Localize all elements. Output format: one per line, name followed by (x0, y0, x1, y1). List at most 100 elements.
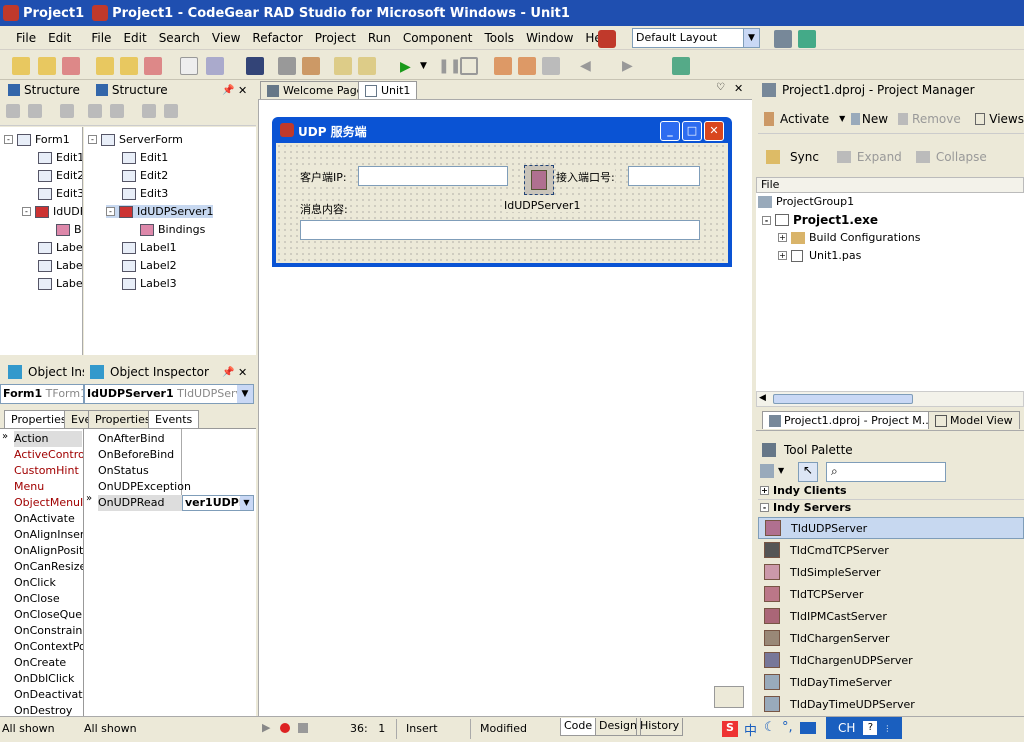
event-row[interactable]: OnConstraine (14, 623, 83, 639)
event-row[interactable]: OnClose (14, 591, 60, 607)
palette-item[interactable]: TIdChargenServer (758, 627, 1024, 649)
stop-icon[interactable] (460, 57, 478, 75)
help-icon[interactable]: ? (863, 721, 878, 735)
punctuation-icon[interactable]: °, (782, 720, 793, 735)
palette-item[interactable]: TIdIPMCastServer (758, 605, 1024, 627)
event-row[interactable]: OnAlignPositio (14, 543, 83, 559)
close-file-icon[interactable] (62, 57, 80, 75)
tab-welcome-page[interactable]: Welcome Page (260, 81, 371, 99)
pin-icon[interactable]: 📌 (222, 367, 234, 378)
views-button[interactable]: Views (989, 112, 1024, 126)
pointer-icon[interactable]: ↖ (798, 462, 818, 482)
category-indy-servers[interactable]: - Indy Servers (758, 499, 1024, 515)
tree-item[interactable]: Label (38, 259, 82, 272)
palette-item[interactable]: TIdTCPServer (758, 583, 1024, 605)
menu-refactor[interactable]: Refactor (246, 31, 308, 45)
tree-item[interactable]: Label2 (122, 259, 177, 272)
step-over-icon[interactable] (518, 57, 536, 75)
help-contents-icon[interactable] (672, 57, 690, 75)
collapse-button[interactable]: Collapse (936, 150, 987, 164)
forward-icon[interactable]: ▶ (622, 58, 633, 74)
back-icon[interactable]: ◀ (580, 58, 591, 74)
close-icon[interactable]: ✕ (238, 366, 247, 379)
tree-item[interactable]: Edit3 (38, 187, 82, 200)
close-icon[interactable]: ✕ (238, 84, 247, 97)
udp-server-component-icon[interactable] (524, 165, 554, 195)
helmet-icon[interactable] (598, 30, 616, 48)
minimize-icon[interactable]: _ (660, 121, 680, 141)
chevron-down-icon[interactable]: ▼ (839, 114, 845, 123)
event-row[interactable]: OnDblClick (14, 671, 74, 687)
tab-design[interactable]: Design (595, 718, 641, 736)
file-column-header[interactable]: File (756, 177, 1024, 193)
menu-project[interactable]: Project (309, 31, 362, 45)
event-row[interactable]: OnActivate (14, 511, 75, 527)
menu-run[interactable]: Run (362, 31, 397, 45)
moon-icon[interactable]: ☾ (764, 720, 776, 735)
expand-button[interactable]: Expand (857, 150, 902, 164)
tree-item-unit1[interactable]: + Unit1.pas (778, 249, 861, 262)
component-tray-icon[interactable] (714, 686, 744, 708)
options-icon[interactable]: ⋮ (883, 724, 891, 733)
tree-item[interactable]: Bindings (140, 223, 205, 236)
tree-item-serverform[interactable]: - ServerForm (88, 133, 183, 146)
play-icon[interactable]: ▶ (262, 721, 270, 734)
trace-into-icon[interactable] (494, 57, 512, 75)
event-row[interactable]: ActiveControl (14, 447, 83, 463)
object-selector[interactable]: IdUDPServer1 TIdUDPServe ▼ (84, 384, 254, 404)
edit-port[interactable] (628, 166, 700, 186)
scrollbar-thumb[interactable] (773, 394, 913, 404)
menu-view[interactable]: View (206, 31, 246, 45)
event-row[interactable]: ObjectMenuIt (14, 495, 83, 511)
palette-search-input[interactable]: ⌕ (826, 462, 946, 482)
up-arrow-icon[interactable] (142, 104, 156, 118)
structure-tool-icon[interactable] (6, 104, 20, 118)
categories-icon[interactable] (760, 464, 774, 478)
chevron-down-icon[interactable]: ▼ (778, 466, 784, 475)
sync-button[interactable]: Sync (790, 150, 819, 164)
tree-item[interactable]: Edit2 (38, 169, 82, 182)
new-unit-icon[interactable] (180, 57, 198, 75)
category-indy-clients[interactable]: + Indy Clients (758, 482, 1024, 498)
tree-item[interactable]: - Form1 (4, 133, 70, 146)
menu-search[interactable]: Search (153, 31, 206, 45)
menu-edit-left[interactable]: Edit (42, 31, 77, 45)
tree-item[interactable]: Edit1 (38, 151, 82, 164)
maximize-icon[interactable]: □ (682, 121, 702, 141)
stop-icon[interactable] (298, 723, 308, 733)
taskbar-item[interactable]: Project1 (23, 6, 84, 21)
event-row[interactable]: OnCreate (14, 655, 66, 671)
tab-list-icon[interactable]: ♡ (716, 82, 725, 93)
tab-events[interactable]: Events (148, 410, 200, 428)
set-debug-desktop-icon[interactable] (798, 30, 816, 48)
event-row[interactable]: OnCloseQuery (14, 607, 83, 623)
menu-file[interactable]: File (85, 31, 117, 45)
chevron-down-icon[interactable]: ▼ (237, 385, 253, 403)
open-icon[interactable] (38, 57, 56, 75)
keyboard-icon[interactable] (800, 722, 816, 734)
event-row[interactable]: OnDestroy (14, 703, 72, 716)
menu-file-left[interactable]: File (10, 31, 42, 45)
scroll-left-icon[interactable]: ◀ (759, 393, 766, 403)
new-icon[interactable] (12, 57, 30, 75)
event-handler-input[interactable]: ver1UDPR ▼ (182, 495, 254, 511)
event-row[interactable]: OnContextPop (14, 639, 83, 655)
event-row[interactable]: Action (14, 431, 82, 447)
open-folder-icon[interactable] (302, 57, 320, 75)
tree-item[interactable]: Label3 (122, 277, 177, 290)
sogou-ime-icon[interactable]: S (722, 721, 738, 737)
palette-item[interactable]: TIdSimpleServer (758, 561, 1024, 583)
tree-item[interactable]: Edit3 (122, 187, 168, 200)
event-row[interactable]: OnAlignInsert (14, 527, 83, 543)
tree-item[interactable]: Edit2 (122, 169, 168, 182)
save-icon[interactable] (246, 57, 264, 75)
tree-item[interactable]: Label (38, 241, 82, 254)
tree-item-projectgroup[interactable]: ProjectGroup1 (758, 195, 854, 208)
record-icon[interactable] (280, 723, 290, 733)
tab-code[interactable]: Code (560, 718, 597, 736)
tree-item[interactable]: Edit1 (122, 151, 168, 164)
run-icon[interactable]: ▶ (400, 59, 411, 75)
up-arrow-icon[interactable] (60, 104, 74, 118)
event-row[interactable]: OnCanResize (14, 559, 83, 575)
remove-from-project-icon[interactable] (358, 57, 376, 75)
